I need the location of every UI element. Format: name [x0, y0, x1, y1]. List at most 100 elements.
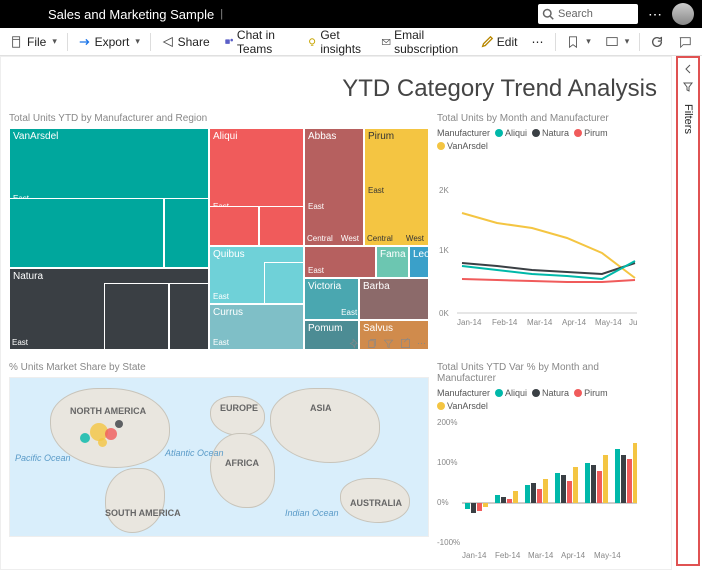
export-label: Export — [95, 35, 130, 49]
map-label-sa: SOUTH AMERICA — [105, 508, 181, 518]
view-icon — [605, 35, 619, 49]
legend-prefix: Manufacturer — [437, 128, 490, 138]
tm-region: East — [341, 308, 357, 317]
bar-legend: Manufacturer Aliqui Natura Pirum VanArsd… — [437, 388, 637, 411]
report-canvas: YTD Category Trend Analysis Total Units … — [0, 56, 672, 570]
svg-text:100%: 100% — [437, 458, 457, 467]
tm-region: East — [308, 266, 324, 275]
teams-icon — [224, 35, 234, 49]
filters-pane-collapsed[interactable]: Filters — [676, 56, 700, 566]
more-commands[interactable]: ⋯ — [525, 28, 549, 55]
tm-natura: Natura — [13, 271, 205, 282]
svg-text:Apr-14: Apr-14 — [562, 318, 587, 327]
tm-region: East — [213, 338, 229, 347]
bar-chart-visual[interactable]: Total Units YTD Var % by Month and Manuf… — [437, 362, 637, 563]
legend-item[interactable]: VanArsdel — [447, 141, 488, 151]
file-menu[interactable]: File▾ — [4, 28, 63, 55]
map-label-eu: EUROPE — [220, 403, 258, 413]
more-icon[interactable]: ⋯ — [417, 338, 426, 349]
legend-item[interactable]: Aliqui — [505, 128, 527, 138]
map-title: % Units Market Share by State — [9, 362, 429, 373]
share-icon — [161, 35, 175, 49]
search-icon — [542, 8, 554, 20]
tm-region: Central — [367, 234, 393, 243]
legend-item[interactable]: Natura — [542, 388, 569, 398]
tm-salvus: Salvus — [363, 323, 393, 334]
map-visual[interactable]: % Units Market Share by State NORTH AMER… — [9, 362, 429, 522]
file-label: File — [27, 35, 46, 49]
title-divider: | — [220, 8, 223, 20]
svg-text:Jan-14: Jan-14 — [462, 551, 487, 560]
tm-aliqui: Aliqui — [213, 131, 300, 142]
line-chart-visual[interactable]: Total Units by Month and Manufacturer Ma… — [437, 113, 637, 350]
tm-leo: Leo — [413, 249, 429, 260]
tm-region: Central — [307, 234, 333, 243]
map-body[interactable]: NORTH AMERICA SOUTH AMERICA EUROPE AFRIC… — [9, 377, 429, 537]
comment-icon — [678, 35, 692, 49]
share-button[interactable]: Share — [155, 28, 216, 55]
legend-item[interactable]: Pirum — [584, 128, 608, 138]
svg-text:1K: 1K — [439, 246, 449, 255]
tm-pirum: Pirum — [368, 131, 425, 142]
bookmark-button[interactable]: ▾ — [560, 28, 597, 55]
email-subscription-button[interactable]: Email subscription — [375, 28, 472, 55]
bar-plot[interactable]: 200% 100% 0% -100% Jan-14 Feb-14 Mar-14 … — [437, 413, 637, 563]
search-box[interactable]: Search — [538, 4, 638, 24]
map-label-atlantic: Atlantic Ocean — [165, 448, 224, 458]
pin-icon[interactable] — [349, 338, 360, 349]
filters-label: Filters — [682, 104, 694, 134]
map-label-pacific: Pacific Ocean — [15, 453, 71, 463]
bookmark-icon — [566, 35, 580, 49]
pencil-icon — [480, 35, 494, 49]
legend-prefix: Manufacturer — [437, 388, 490, 398]
file-icon — [10, 35, 24, 49]
svg-text:Feb-14: Feb-14 — [495, 551, 521, 560]
map-label-na: NORTH AMERICA — [70, 406, 146, 416]
tm-region: East — [213, 292, 229, 301]
chat-teams-button[interactable]: Chat in Teams — [218, 28, 299, 55]
chat-label: Chat in Teams — [237, 28, 293, 56]
line-plot[interactable]: 0K 1K 2K Jan-14 Feb-14 Mar-14 Apr-14 May… — [437, 153, 637, 333]
email-label: Email subscription — [394, 28, 466, 56]
refresh-button[interactable] — [644, 28, 670, 55]
copy-icon[interactable] — [366, 338, 377, 349]
svg-text:Feb-14: Feb-14 — [492, 318, 518, 327]
svg-text:Jan-14: Jan-14 — [457, 318, 482, 327]
svg-text:0%: 0% — [437, 498, 449, 507]
tm-abbas: Abbas — [308, 131, 360, 142]
treemap-body[interactable]: VanArsdel East Central West Natura East … — [9, 128, 429, 350]
visual-actions: ⋯ — [349, 338, 426, 349]
more-menu[interactable]: ⋯ — [638, 6, 672, 23]
bar-title: Total Units YTD Var % by Month and Manuf… — [437, 362, 637, 384]
view-button[interactable]: ▾ — [599, 28, 636, 55]
svg-text:-100%: -100% — [437, 538, 460, 547]
filters-icon — [683, 82, 693, 92]
legend-item[interactable]: Pirum — [584, 388, 608, 398]
tm-pomum: Pomum — [308, 323, 342, 334]
tm-region: East — [12, 338, 28, 347]
svg-text:200%: 200% — [437, 418, 457, 427]
svg-text:Ju: Ju — [629, 318, 637, 327]
report-name: Sales and Marketing Sample — [48, 7, 214, 22]
legend-item[interactable]: Aliqui — [505, 388, 527, 398]
tm-region: West — [341, 234, 359, 243]
export-menu[interactable]: Export▾ — [72, 28, 146, 55]
edit-label: Edit — [497, 35, 518, 49]
export-icon — [78, 35, 92, 49]
edit-button[interactable]: Edit — [474, 28, 524, 55]
page-title: YTD Category Trend Analysis — [9, 63, 663, 113]
tm-currus: Currus — [213, 307, 300, 318]
svg-text:2K: 2K — [439, 186, 449, 195]
legend-item[interactable]: VanArsdel — [447, 401, 488, 411]
svg-text:Mar-14: Mar-14 — [528, 551, 554, 560]
focus-icon[interactable] — [400, 338, 411, 349]
collapse-icon[interactable] — [683, 64, 693, 74]
get-insights-button[interactable]: Get insights — [301, 28, 373, 55]
treemap-visual[interactable]: Total Units YTD by Manufacturer and Regi… — [9, 113, 429, 350]
comment-button[interactable] — [672, 28, 698, 55]
legend-item[interactable]: Natura — [542, 128, 569, 138]
user-avatar[interactable] — [672, 3, 694, 25]
svg-text:Mar-14: Mar-14 — [527, 318, 553, 327]
filter-icon[interactable] — [383, 338, 394, 349]
insights-label: Get insights — [320, 28, 366, 56]
